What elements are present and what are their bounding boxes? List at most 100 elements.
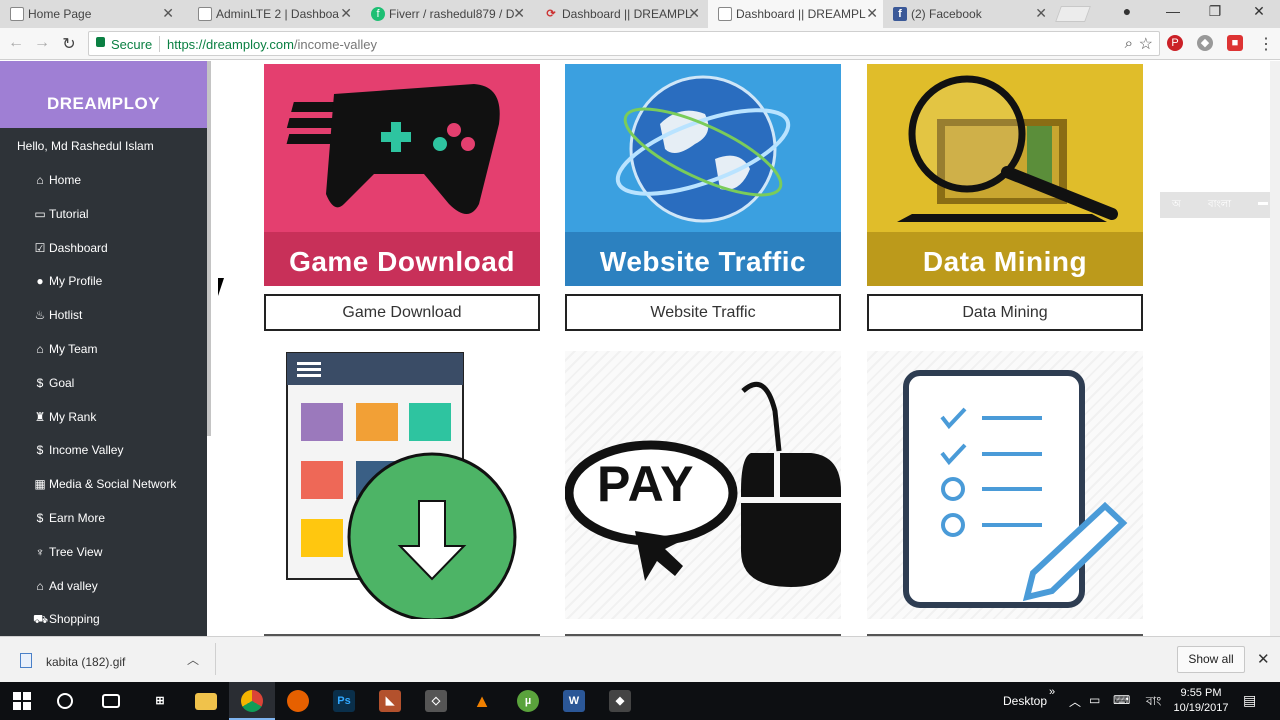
back-icon[interactable]: ← [6, 34, 26, 52]
user-greeting: Hello, Md Rashedul Islam [17, 139, 154, 153]
tab-dreamploy-dashboard[interactable]: ⟳ Dashboard || DREAMPL ✕ [534, 0, 706, 28]
store-icon[interactable]: ⊞ [149, 690, 171, 712]
tray-expand-icon[interactable]: ︿ [1069, 693, 1081, 710]
sidebar-item-hotlist[interactable]: ♨ Hotlist [0, 297, 207, 331]
chevrons-icon[interactable]: » [1049, 686, 1055, 698]
close-icon[interactable]: ✕ [162, 5, 174, 22]
chrome-icon[interactable] [241, 690, 263, 712]
browser-tab-strip: Home Page ✕ AdminLTE 2 | Dashboa ✕ f Fiv… [0, 0, 1280, 28]
word-icon[interactable]: W [563, 690, 585, 712]
battery-icon: ▭ [1089, 693, 1101, 707]
monitor-icon: ▭ [34, 206, 46, 221]
checklist-tile[interactable] [867, 351, 1143, 619]
url-path: /income-valley [293, 37, 378, 52]
minimize-icon[interactable]: — [1163, 3, 1183, 19]
notifications-icon[interactable]: ▤ [1243, 692, 1256, 709]
app-download-icon [286, 352, 517, 619]
sidebar-item-dashboard[interactable]: ☑ Dashboard [0, 230, 207, 264]
sidebar-item-my-rank[interactable]: ♜ My Rank [0, 399, 207, 433]
data-mining-image[interactable]: Data Mining [867, 64, 1143, 286]
close-icon[interactable]: ✕ [513, 5, 525, 22]
extension-red-icon[interactable]: ■ [1227, 35, 1243, 51]
task-view-icon[interactable] [102, 694, 120, 708]
url-text[interactable]: https://dreamploy.com/income-valley [167, 37, 377, 52]
show-all-button[interactable]: Show all [1177, 646, 1245, 673]
minimize-widget-icon[interactable]: ▬ [1258, 197, 1268, 208]
address-bar[interactable]: Secure https://dreamploy.com/income-vall… [88, 31, 1160, 56]
sidebar-item-shopping[interactable]: ⛟Shopping [0, 601, 207, 635]
website-traffic-button[interactable]: Website Traffic [565, 294, 841, 331]
sidebar-item-my-team[interactable]: ⌂ My Team [0, 331, 207, 365]
extension-icon[interactable]: ◆ [1197, 35, 1213, 51]
tab-dreamploy-active[interactable]: Dashboard || DREAMPL ✕ [708, 0, 884, 28]
close-icon[interactable]: ✕ [688, 5, 700, 22]
website-traffic-image[interactable]: Website Traffic [565, 64, 841, 286]
tab-fiverr[interactable]: f Fiverr / rashedul879 / D ✕ [361, 0, 531, 28]
tab-facebook[interactable]: f (2) Facebook ✕ [883, 0, 1053, 28]
sidebar-item-label: Goal [49, 375, 75, 390]
close-icon[interactable]: ✕ [866, 5, 878, 22]
page-scrollbar[interactable] [1270, 61, 1280, 636]
app-icon[interactable]: ◣ [379, 690, 401, 712]
sidebar-item-my-profile[interactable]: ● My Profile [0, 263, 207, 297]
pinterest-icon[interactable]: P [1167, 35, 1183, 51]
sidebar-item-home[interactable]: ⌂ Home [0, 162, 207, 196]
sidebar-item-label: Income Valley [49, 443, 124, 458]
sidebar-item-earn-more[interactable]: $ Earn More [0, 500, 207, 534]
profile-icon[interactable]: ● [1117, 3, 1137, 19]
brand-logo[interactable]: DREAMPLOY [0, 61, 207, 128]
pay-per-click-tile[interactable]: PAY [565, 351, 841, 619]
menu-kebab-icon[interactable]: ⋮ [1256, 34, 1276, 54]
cortana-icon[interactable] [57, 693, 73, 709]
utorrent-icon[interactable]: µ [517, 690, 539, 712]
sidebar-item-label: Tutorial [49, 206, 89, 221]
sidebar-item-income-valley[interactable]: $ Income Valley [0, 432, 207, 466]
close-icon[interactable]: ✕ [1035, 5, 1047, 22]
window-close-icon[interactable]: ✕ [1249, 3, 1269, 20]
new-tab-button[interactable] [1055, 6, 1091, 22]
lock-icon [96, 37, 105, 47]
page-icon [10, 7, 24, 21]
close-icon[interactable]: ✕ [340, 5, 352, 22]
app-icon[interactable]: ◆ [609, 690, 631, 712]
game-download-image[interactable]: Game Download [264, 64, 540, 286]
tab-adminlte[interactable]: AdminLTE 2 | Dashboa ✕ [188, 0, 358, 28]
sidebar-item-tree-view[interactable]: ♆ Tree View [0, 534, 207, 568]
sidebar-item-label: Shopping [49, 612, 100, 627]
check-square-icon: ☑ [34, 240, 46, 255]
bookmark-star-icon[interactable]: ☆ [1139, 34, 1153, 54]
vlc-icon[interactable]: ▲ [471, 690, 493, 712]
download-shelf: kabita (182).gif ︿ Show all ✕ [0, 636, 1280, 682]
download-file-name[interactable]: kabita (182).gif [46, 655, 125, 669]
system-clock[interactable]: 9:55 PM 10/19/2017 [1170, 686, 1232, 716]
close-icon[interactable]: ✕ [1257, 650, 1270, 668]
app-icon[interactable]: ◇ [425, 690, 447, 712]
sidebar-item-label: My Rank [49, 409, 97, 424]
tab-home-page[interactable]: Home Page ✕ [0, 0, 180, 28]
maximize-icon[interactable]: ❐ [1205, 3, 1225, 20]
data-mining-button[interactable]: Data Mining [867, 294, 1143, 331]
language-label: বাংলা [1208, 199, 1232, 210]
language-widget[interactable]: অ বাংলা ▬ [1160, 192, 1280, 218]
dollar-icon: $ [36, 375, 44, 390]
app-download-tile[interactable] [264, 351, 540, 619]
windows-start-icon[interactable] [13, 692, 31, 710]
divider [159, 36, 160, 52]
zoom-icon[interactable]: ⌕ [1125, 35, 1133, 52]
photoshop-icon[interactable]: Ps [333, 690, 355, 712]
sidebar-item-media-social[interactable]: ▦ Media & Social Network [0, 466, 207, 500]
keyboard-icon[interactable]: ⌨ [1113, 693, 1130, 707]
game-download-button[interactable]: Game Download [264, 294, 540, 331]
tab-title: Fiverr / rashedul879 / D [389, 7, 515, 21]
chevron-up-icon[interactable]: ︿ [187, 651, 199, 668]
reload-icon[interactable]: ↻ [59, 34, 79, 54]
file-explorer-icon[interactable] [195, 693, 217, 710]
forward-icon[interactable]: → [32, 34, 52, 52]
sidebar-item-goal[interactable]: $ Goal [0, 365, 207, 399]
language-indicator[interactable]: বাং [1146, 693, 1161, 713]
sidebar-item-ad-valley[interactable]: ⌂ Ad valley [0, 568, 207, 602]
firefox-icon[interactable] [287, 690, 309, 712]
dreamploy-icon: ⟳ [546, 8, 556, 20]
desktop-label[interactable]: Desktop [1003, 694, 1047, 708]
sidebar-item-tutorial[interactable]: ▭ Tutorial [0, 196, 207, 230]
